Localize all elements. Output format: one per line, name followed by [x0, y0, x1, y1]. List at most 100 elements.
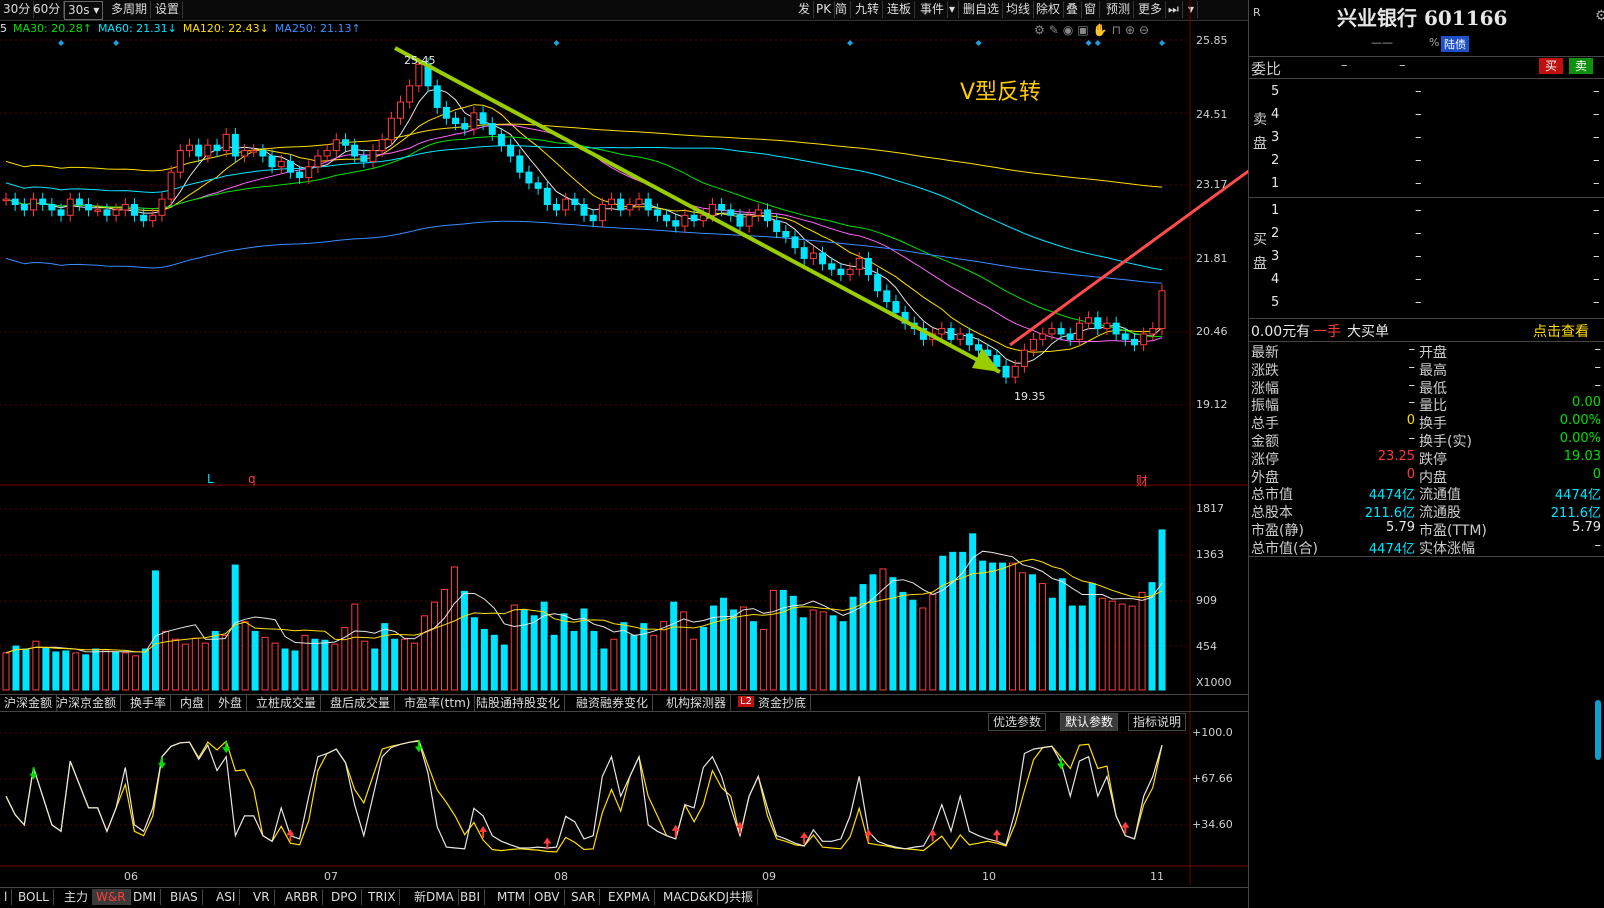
indicator-tab-3[interactable]: 内盘: [176, 695, 210, 711]
event-marker-L[interactable]: L: [207, 472, 214, 486]
book-divider: [1249, 197, 1604, 198]
bottom-tab-8[interactable]: DPO: [327, 889, 362, 905]
event-marker-cai[interactable]: 财: [1136, 472, 1148, 489]
candle: [140, 208, 148, 228]
event-marker-q[interactable]: q: [248, 472, 256, 486]
indicator-tab-7[interactable]: 市盈率(ttm): [400, 695, 476, 711]
candle: [387, 111, 395, 147]
candle: [727, 203, 735, 222]
ma-line-250: [5, 220, 1163, 284]
candle: [241, 144, 249, 163]
event-diamond-3[interactable]: [847, 40, 854, 46]
indicator-tab-0[interactable]: 沪深金额: [0, 695, 58, 711]
volume-bar: [700, 627, 708, 691]
buy-side-label: 买盘: [1253, 232, 1267, 272]
bottom-tab-1[interactable]: 主力: [60, 889, 94, 905]
bottom-tab-5[interactable]: ASI: [212, 889, 241, 905]
candle: [149, 208, 157, 228]
sell-button[interactable]: 卖: [1569, 58, 1593, 74]
indicator-tab-1[interactable]: 沪深京金额: [52, 695, 122, 711]
month-label-0: 06: [124, 870, 138, 883]
event-diamond-6[interactable]: [1094, 40, 1101, 46]
bottom-tab-10[interactable]: 新DMA: [410, 889, 459, 905]
stat-value-left-4: 0: [1406, 413, 1415, 429]
wr-param-button-2[interactable]: 指标说明: [1128, 713, 1187, 731]
candle: [497, 127, 505, 152]
volume-bar: [869, 574, 877, 691]
big-order-link[interactable]: 点击查看: [1533, 321, 1589, 341]
candle: [589, 208, 597, 228]
volume-bar: [102, 649, 110, 691]
event-diamond-5[interactable]: [1085, 40, 1092, 46]
bottom-tab-12[interactable]: MTM: [493, 889, 531, 905]
indicator-tab-8[interactable]: 陆股通持股变化: [472, 695, 566, 711]
volume-bar: [739, 606, 747, 691]
candle: [571, 192, 579, 211]
buy-level-vol-2: –: [1593, 226, 1600, 241]
weibi-label: 委比: [1251, 60, 1282, 78]
bottom-tab-16[interactable]: MACD&KDJ共振: [659, 889, 758, 905]
volume-bar: [680, 611, 688, 691]
bottom-tab-4[interactable]: BIAS: [166, 889, 203, 905]
indicator-tab-9[interactable]: 融资融券变化: [572, 695, 654, 711]
volume-bar: [839, 621, 847, 691]
event-diamond-0[interactable]: [58, 40, 65, 46]
candle: [195, 138, 203, 163]
volume-bar: [1018, 572, 1026, 691]
volume-bar: [271, 642, 279, 691]
sell-level-vol-2: –: [1593, 153, 1600, 168]
volume-bar: [889, 577, 897, 691]
candle: [305, 160, 313, 185]
wr-param-button-1[interactable]: 默认参数: [1060, 713, 1119, 731]
buy-button[interactable]: 买: [1539, 58, 1563, 74]
indicator-tab-5[interactable]: 立桩成交量: [252, 695, 322, 711]
bottom-tab-13[interactable]: OBV: [530, 889, 565, 905]
indicator-tab-2[interactable]: 换手率: [126, 695, 172, 711]
hk-connect-badge[interactable]: 陆债: [1441, 36, 1469, 52]
scroll-indicator[interactable]: ⚙: [1595, 8, 1604, 24]
wr-line-10: [5, 739, 1163, 853]
bottom-tab-0[interactable]: BOLL: [14, 889, 54, 905]
candle: [644, 192, 652, 217]
candle: [112, 203, 120, 222]
candle: [754, 203, 762, 222]
buy-level-num-3: 3: [1271, 249, 1280, 264]
bottom-tab-9[interactable]: TRIX: [364, 889, 401, 905]
event-diamond-1[interactable]: [113, 40, 120, 46]
volume-bar: [1098, 597, 1106, 691]
candle: [598, 198, 606, 228]
month-label-4: 10: [982, 870, 996, 883]
event-diamond-7[interactable]: [1159, 40, 1165, 46]
volume-bar: [171, 638, 179, 691]
bottom-tab-15[interactable]: EXPMA: [604, 889, 655, 905]
volume-bar: [710, 605, 718, 691]
indicator-tab-11[interactable]: 资金抄底: [754, 695, 812, 711]
indicator-tab-6[interactable]: 盘后成交量: [326, 695, 396, 711]
big-order-hand: 一手: [1313, 324, 1341, 340]
bottom-tab-first[interactable]: l: [0, 889, 13, 905]
bottom-tab-6[interactable]: VR: [249, 889, 275, 905]
bottom-tab-14[interactable]: SAR: [567, 889, 601, 905]
candlestick-chart[interactable]: [0, 0, 1248, 908]
indicator-tab-4[interactable]: 外盘: [214, 695, 248, 711]
wr-line-6: [5, 740, 1163, 850]
volume-bar: [421, 615, 429, 691]
candle: [1158, 284, 1166, 336]
bottom-tab-2[interactable]: W&R: [92, 889, 131, 905]
l2-badge: L2: [738, 696, 754, 707]
event-diamond-2[interactable]: [553, 40, 560, 46]
vertical-scrollbar[interactable]: [1595, 700, 1601, 760]
volume-bar: [291, 650, 299, 691]
bottom-tab-11[interactable]: BBI: [456, 889, 486, 905]
candle: [30, 192, 38, 217]
volume-bar: [660, 621, 668, 691]
volume-bar: [62, 650, 70, 691]
indicator-tab-10[interactable]: 机构探测器: [662, 695, 732, 711]
event-diamond-4[interactable]: [975, 40, 982, 46]
volume-bar: [550, 634, 558, 691]
wr-param-button-0[interactable]: 优选参数: [988, 713, 1047, 731]
bottom-tab-3[interactable]: DMI: [129, 889, 162, 905]
bottom-tab-7[interactable]: ARBR: [281, 889, 324, 905]
buy-level-vol-1: –: [1593, 203, 1600, 218]
volume-bar: [142, 648, 150, 691]
